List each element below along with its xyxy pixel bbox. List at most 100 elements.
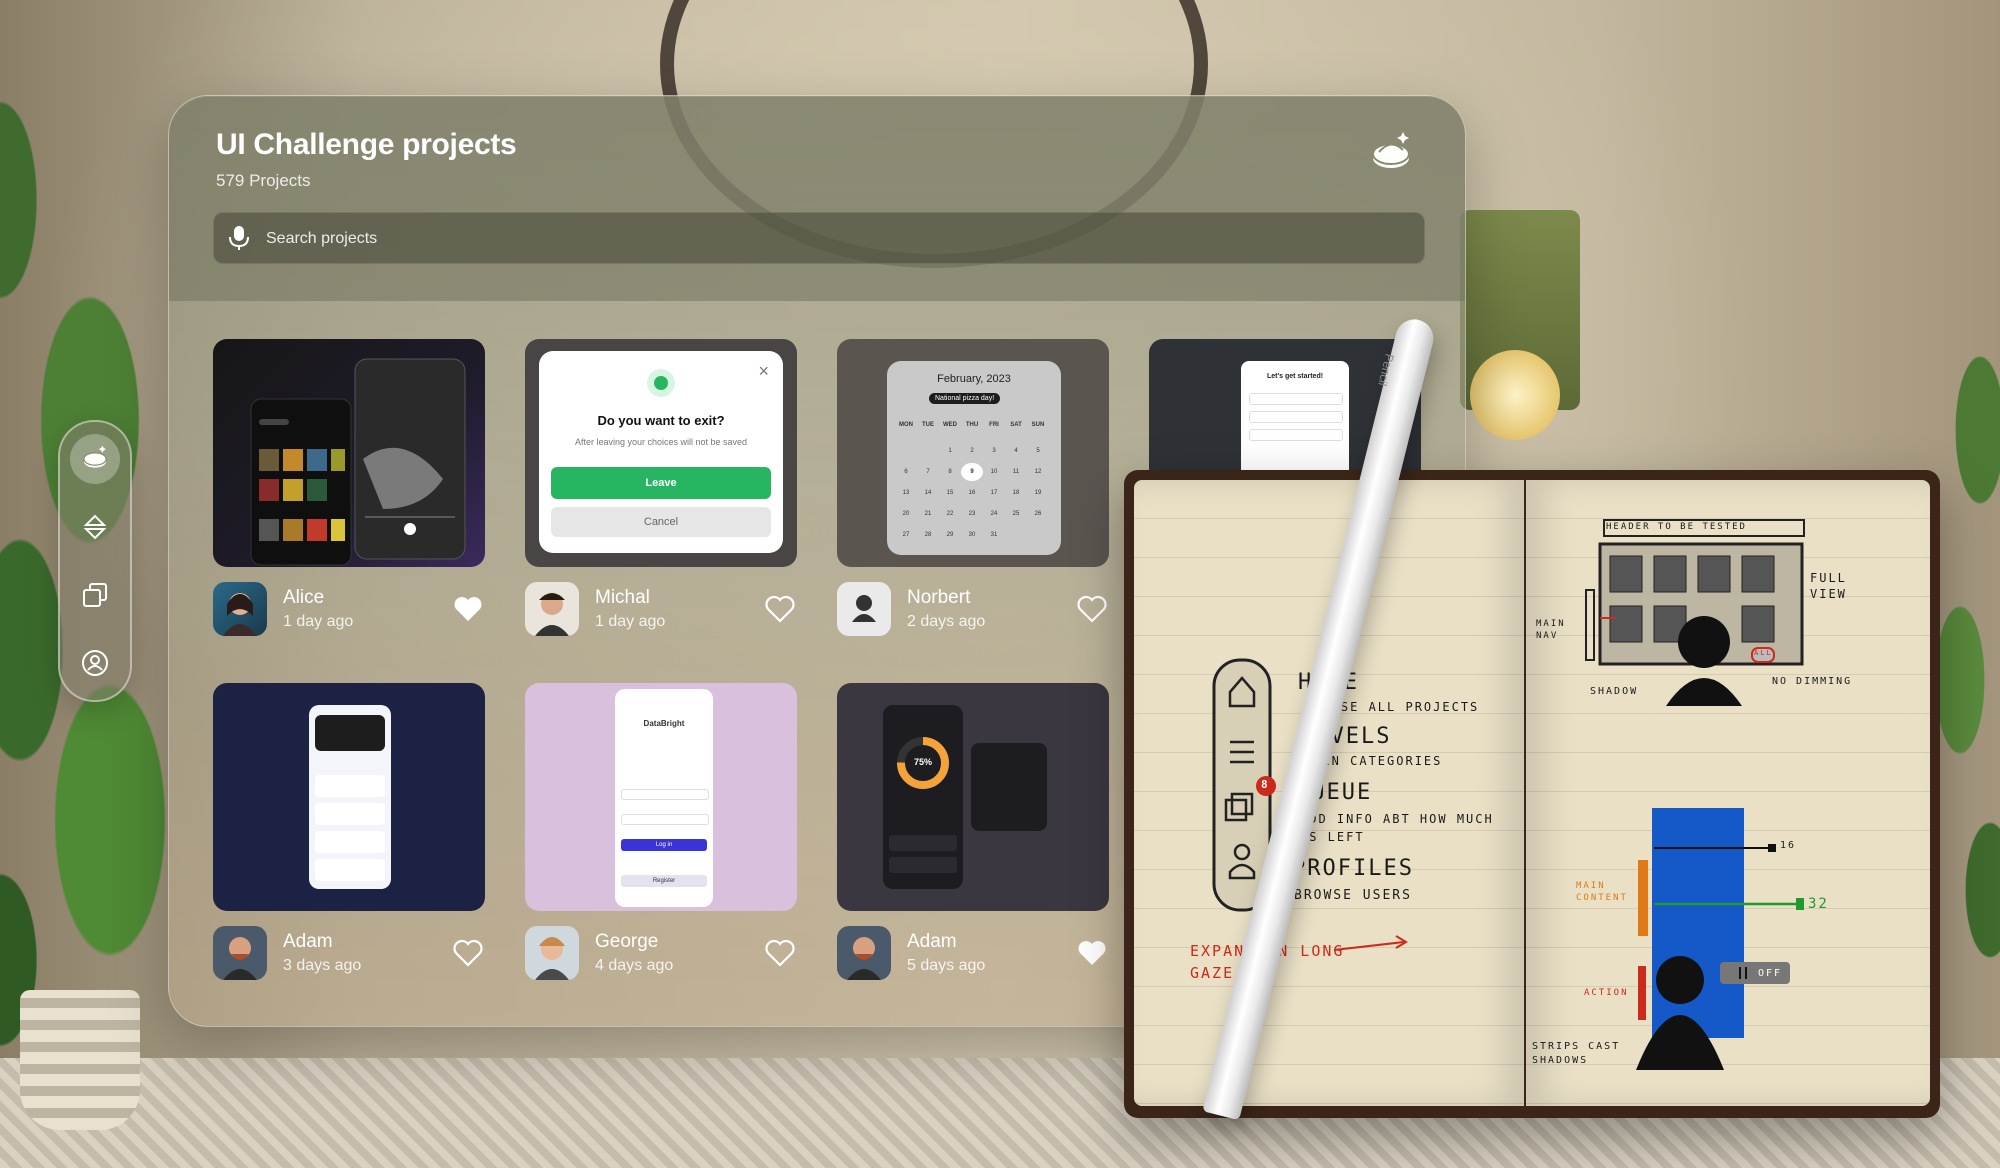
calendar-day: 22 [946, 511, 954, 517]
queue-badge: 8 [1261, 778, 1270, 791]
calendar-day: 19 [1034, 490, 1042, 496]
sketch-all-label: ALL [1754, 649, 1773, 657]
calendar-day: 26 [1034, 511, 1042, 517]
avatar[interactable] [837, 926, 891, 980]
calendar-weekday: WED [943, 422, 957, 428]
login-mockup: DataBright Log in Register [615, 689, 713, 907]
microphone-icon[interactable] [228, 225, 250, 251]
dialog-body: After leaving your choices will not be s… [574, 437, 748, 447]
sketch-number-16: 16 [1780, 840, 1797, 851]
project-time: 1 day ago [595, 613, 666, 630]
notebook-left-page: 8 HOME BROWSE ALL PROJECTS LEVELS MAIN C… [1134, 480, 1524, 1106]
project-thumbnail[interactable]: February, 2023 National pizza day! MON TU… [837, 339, 1109, 567]
sketch-strips: STRIPS CAST SHADOWS [1532, 1041, 1621, 1066]
nav-queue[interactable] [70, 570, 120, 620]
project-time: 3 days ago [283, 957, 362, 974]
calendar-day: 6 [904, 469, 908, 475]
calendar-weekday: SAT [1010, 422, 1022, 428]
project-count: 579 Projects [216, 171, 311, 190]
calendar-day: 28 [924, 532, 932, 538]
project-thumbnail[interactable] [213, 339, 485, 567]
user-icon [852, 595, 876, 622]
calendar-weekday: TUE [922, 422, 934, 428]
calendar-day: 14 [924, 490, 932, 496]
project-time: 1 day ago [283, 613, 354, 630]
calendar-day: 18 [1012, 490, 1020, 496]
calendar-day: 9 [961, 463, 983, 481]
dialog-title: Do you want to exit? [597, 413, 725, 428]
app-logo-icon[interactable] [1365, 128, 1417, 180]
project-author: Adam [907, 931, 957, 952]
avatar[interactable] [525, 582, 579, 636]
calendar-day: 10 [990, 469, 998, 475]
avatar[interactable] [525, 926, 579, 980]
leave-button: Leave [551, 467, 771, 499]
project-thumbnail[interactable]: × Do you want to exit? After leaving you… [525, 339, 797, 567]
calendar-day: 8 [948, 469, 952, 475]
calendar-day: 30 [968, 532, 976, 538]
storage-percent: 75% [913, 757, 932, 767]
heart-outline-icon[interactable] [765, 595, 795, 623]
notebook-right-page: HEADER TO BE TESTED FULL VIEW MAIN NAV S… [1526, 480, 1930, 1106]
project-author: Michal [595, 587, 650, 608]
background-bulb [1470, 350, 1560, 440]
calendar-day: 17 [990, 490, 998, 496]
calendar-day: 11 [1012, 469, 1020, 475]
sketch-off: OFF [1758, 968, 1783, 979]
calendar-day: 23 [968, 511, 976, 517]
calendar-day: 7 [926, 469, 930, 475]
project-thumbnail[interactable] [213, 683, 485, 911]
project-author: Norbert [907, 587, 971, 608]
levels-icon [83, 514, 107, 540]
window-header: UI Challenge projects 579 Projects [169, 96, 1465, 301]
avatar[interactable] [213, 582, 267, 636]
sketch-queue-sub: ADD INFO ABT HOW MUCH IS LEFT [1300, 812, 1494, 844]
heart-outline-icon[interactable] [1077, 595, 1107, 623]
sketch-profiles-title: PROFILES [1292, 856, 1414, 881]
dialog-mockup: × Do you want to exit? After leaving you… [539, 351, 783, 553]
queue-icon [83, 583, 107, 607]
heart-filled-icon[interactable] [453, 595, 483, 623]
calendar-weekday: MON [899, 422, 913, 428]
project-time: 4 days ago [595, 957, 674, 974]
search-input[interactable] [264, 213, 1408, 265]
register-button: Register [621, 875, 707, 887]
avatar[interactable] [213, 926, 267, 980]
project-author: George [595, 931, 659, 952]
sketch-number-32: 32 [1808, 896, 1829, 912]
nav-home[interactable] [70, 434, 120, 484]
project-author: Alice [283, 587, 325, 608]
login-button: Log in [621, 839, 707, 851]
calendar-month: February, 2023 [937, 373, 1011, 385]
calendar-empty-cell [895, 434, 917, 452]
calendar-day: 29 [946, 532, 954, 538]
music-app-mockup-icon [250, 358, 466, 566]
home-icon [83, 445, 107, 468]
profile-icon [82, 650, 108, 676]
calendar-day: 31 [990, 532, 998, 538]
heart-outline-icon[interactable] [765, 939, 795, 967]
calendar-mockup: February, 2023 National pizza day! MON TU… [887, 361, 1061, 555]
project-thumbnail[interactable]: 75% [837, 683, 1109, 911]
sketch-no-dimming: NO DIMMING [1772, 676, 1853, 687]
login-brand: DataBright [643, 719, 685, 728]
sketch-header-label: HEADER TO BE TESTED [1606, 522, 1747, 532]
heart-filled-icon[interactable] [1077, 939, 1107, 967]
project-time: 5 days ago [907, 957, 986, 974]
side-nav [58, 420, 132, 702]
nav-profiles[interactable] [70, 638, 120, 688]
calendar-day: 20 [902, 511, 910, 517]
project-thumbnail[interactable]: DataBright Log in Register [525, 683, 797, 911]
nav-levels[interactable] [70, 502, 120, 552]
calendar-badge: National pizza day! [929, 393, 1001, 404]
project-time: 2 days ago [907, 613, 986, 630]
avatar-placeholder[interactable] [837, 582, 891, 636]
robot-icon [647, 369, 675, 397]
calendar-grid: MON TUE WED THU FRI SAT SUN1 2 3 4 56 7 8 9 10 11 1213 14… [895, 413, 1053, 544]
heart-outline-icon[interactable] [453, 939, 483, 967]
calendar-day: 13 [902, 490, 910, 496]
calendar-day: 12 [1034, 469, 1042, 475]
sketch-shadow: SHADOW [1590, 686, 1639, 697]
sketch-main-content: MAIN CONTENT [1576, 881, 1628, 903]
search-bar[interactable] [213, 212, 1425, 265]
